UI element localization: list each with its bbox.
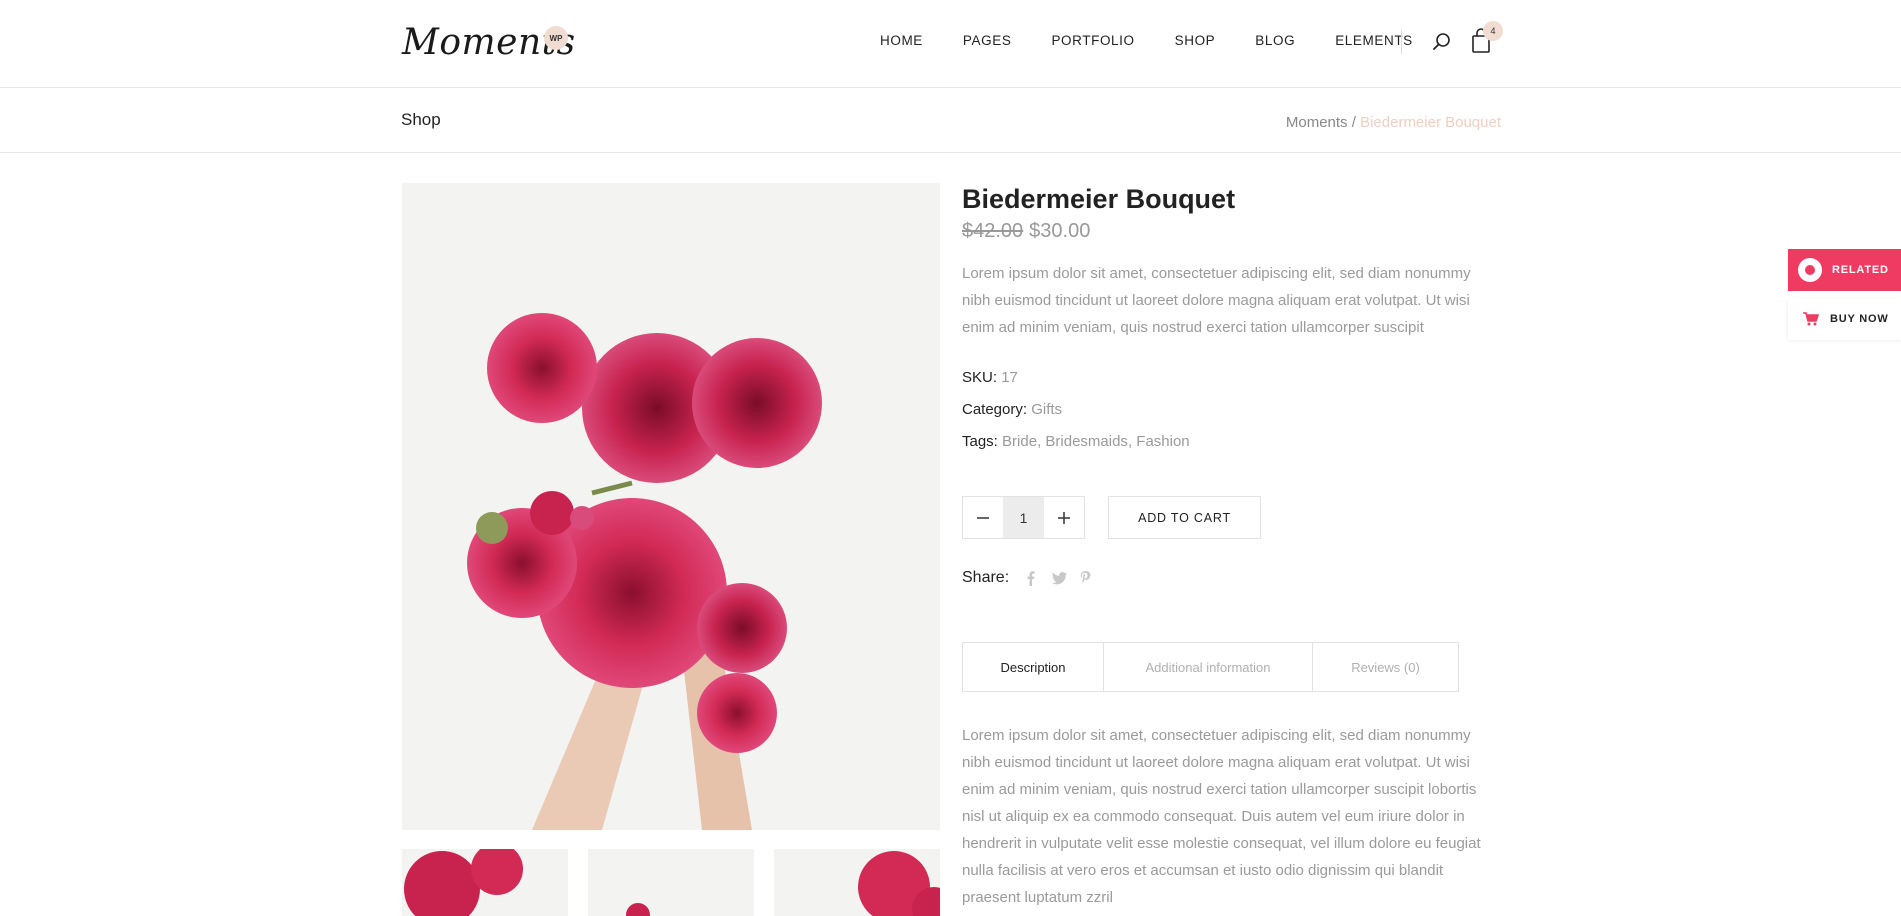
quantity-increase-button[interactable] bbox=[1044, 497, 1084, 538]
nav-divider bbox=[1401, 30, 1402, 54]
share-label: Share: bbox=[962, 569, 1010, 586]
add-to-cart-button[interactable]: ADD TO CART bbox=[1108, 496, 1261, 539]
product-tags: Tags: Bride, Bridesmaids, Fashion bbox=[962, 433, 1190, 450]
sku-value: 17 bbox=[1001, 369, 1018, 386]
nav-item-shop[interactable]: SHOP bbox=[1175, 33, 1216, 48]
plus-icon bbox=[1058, 511, 1070, 524]
logo-badge: WP bbox=[544, 26, 568, 50]
sale-price: $30.00 bbox=[1029, 220, 1091, 242]
buy-now-button[interactable]: BUY NOW bbox=[1788, 298, 1901, 340]
logo[interactable]: Moments WP bbox=[402, 20, 576, 64]
product-title: Biedermeier Bouquet bbox=[962, 184, 1236, 214]
pinterest-icon[interactable] bbox=[1079, 570, 1095, 586]
minus-icon bbox=[977, 516, 989, 519]
related-label: RELATED bbox=[1832, 264, 1889, 276]
tags-label: Tags: bbox=[962, 433, 998, 450]
old-price: $42.00 bbox=[962, 220, 1024, 242]
cart-icon bbox=[1802, 311, 1820, 327]
sku-label: SKU: bbox=[962, 369, 998, 386]
nav-item-pages[interactable]: PAGES bbox=[963, 33, 1012, 48]
site-header: Moments WP HOME PAGES PORTFOLIO SHOP BLO… bbox=[0, 0, 1901, 88]
tab-description[interactable]: Description bbox=[963, 643, 1104, 691]
cart-count-badge: 4 bbox=[1483, 21, 1503, 41]
page-title-bar: Shop Moments / Biedermeier Bouquet bbox=[0, 88, 1901, 153]
tab-reviews[interactable]: Reviews (0) bbox=[1313, 643, 1458, 691]
product-main-image[interactable] bbox=[402, 183, 940, 830]
related-button[interactable]: RELATED bbox=[1788, 249, 1901, 291]
quantity-stepper: 1 bbox=[962, 496, 1085, 539]
share-bar: Share: bbox=[962, 569, 1095, 587]
breadcrumb-separator: / bbox=[1347, 114, 1361, 131]
page-title: Shop bbox=[401, 110, 441, 129]
nav-item-blog[interactable]: BLOG bbox=[1255, 33, 1295, 48]
category-link[interactable]: Gifts bbox=[1031, 401, 1062, 418]
quantity-input[interactable]: 1 bbox=[1003, 497, 1044, 538]
tag-link[interactable]: Bridesmaids bbox=[1045, 433, 1128, 450]
product-sku: SKU: 17 bbox=[962, 369, 1018, 386]
tab-additional-information[interactable]: Additional information bbox=[1104, 643, 1313, 691]
product-price: $42.00 $30.00 bbox=[962, 220, 1090, 243]
main-nav: HOME PAGES PORTFOLIO SHOP BLOG ELEMENTS bbox=[880, 33, 1453, 48]
tag-link[interactable]: Bride bbox=[1002, 433, 1037, 450]
category-label: Category: bbox=[962, 401, 1028, 418]
product-short-description: Lorem ipsum dolor sit amet, consectetuer… bbox=[962, 265, 1471, 336]
product-tabs: Description Additional information Revie… bbox=[962, 642, 1459, 692]
buy-now-label: BUY NOW bbox=[1830, 313, 1889, 325]
product-description: Lorem ipsum dolor sit amet, consectetuer… bbox=[962, 727, 1481, 906]
breadcrumb-home[interactable]: Moments bbox=[1286, 114, 1348, 131]
quantity-decrease-button[interactable] bbox=[963, 497, 1003, 538]
breadcrumb: Moments / Biedermeier Bouquet bbox=[1286, 114, 1501, 131]
product-thumbnail[interactable] bbox=[402, 849, 568, 916]
breadcrumb-current: Biedermeier Bouquet bbox=[1360, 114, 1501, 131]
nav-item-home[interactable]: HOME bbox=[880, 33, 923, 48]
facebook-icon[interactable] bbox=[1023, 570, 1039, 586]
related-icon bbox=[1798, 258, 1822, 282]
product-thumbnail[interactable] bbox=[588, 849, 754, 916]
search-icon[interactable] bbox=[1431, 31, 1453, 53]
nav-item-portfolio[interactable]: PORTFOLIO bbox=[1051, 33, 1134, 48]
tag-link[interactable]: Fashion bbox=[1136, 433, 1189, 450]
twitter-icon[interactable] bbox=[1051, 570, 1068, 586]
product-category: Category: Gifts bbox=[962, 401, 1062, 418]
product-thumbnail[interactable] bbox=[774, 849, 940, 916]
